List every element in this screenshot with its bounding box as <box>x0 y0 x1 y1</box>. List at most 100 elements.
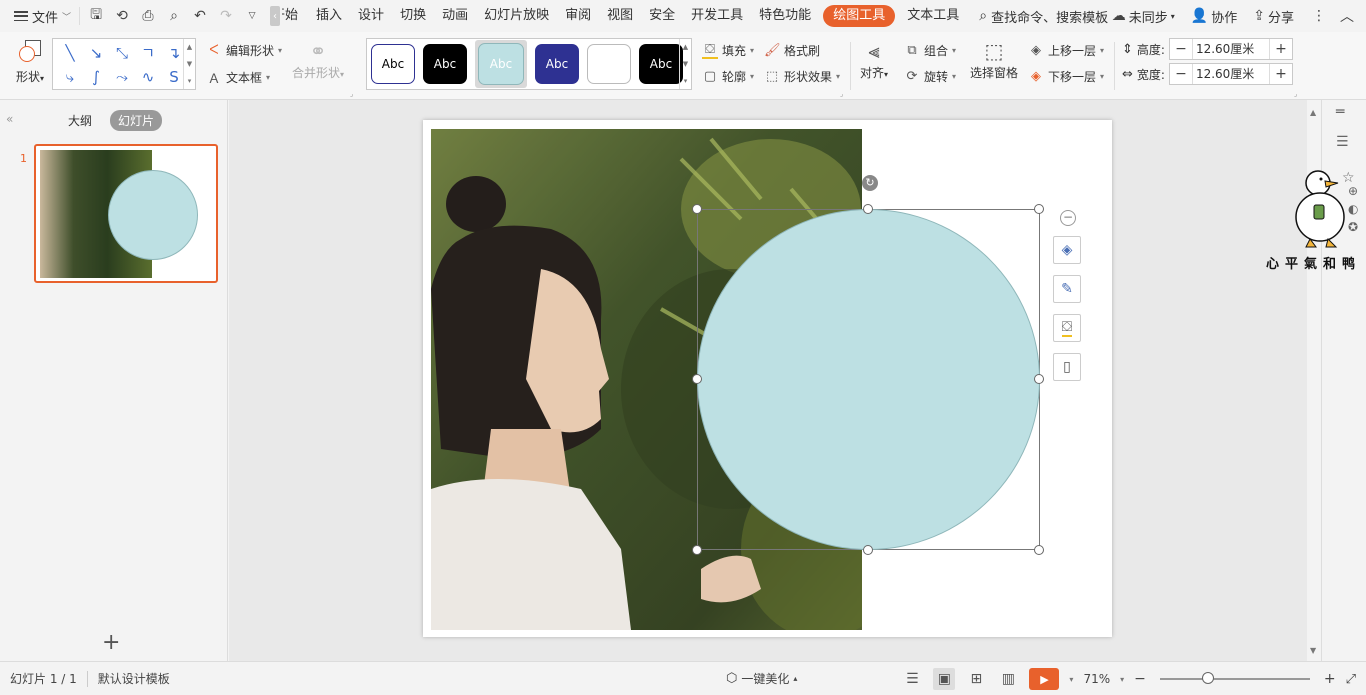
height-input[interactable]: − 12.60厘米 + <box>1168 38 1293 60</box>
group-button[interactable]: ⧉ 组合 ▾ <box>904 42 956 59</box>
resize-handle-left[interactable] <box>692 374 702 384</box>
shape-button[interactable]: 形状▾ <box>10 38 50 94</box>
height-value[interactable]: 12.60厘米 <box>1191 39 1270 59</box>
normal-view-icon[interactable]: ▣ <box>933 668 956 690</box>
save-icon[interactable]: 🖫 <box>88 4 104 28</box>
resize-handle-top[interactable] <box>863 204 873 214</box>
undo-icon[interactable]: ↶ <box>192 8 208 24</box>
collapse-toolbar-icon[interactable]: − <box>1060 210 1076 226</box>
width-increase-button[interactable]: + <box>1270 64 1292 84</box>
style-sample[interactable] <box>587 44 631 84</box>
collapse-panel-icon[interactable]: « <box>6 112 13 126</box>
notes-toggle-icon[interactable]: ☰ <box>901 668 923 690</box>
settings-sliders-icon[interactable]: ☰ <box>1336 134 1349 150</box>
rotate-handle-icon[interactable]: ↻ <box>862 175 878 191</box>
format-brush-button[interactable]: 🖌 格式刷 <box>764 42 820 59</box>
arrow-line-icon[interactable]: ↘ <box>85 42 107 64</box>
panel-menu-icon[interactable]: ═ <box>1336 104 1344 120</box>
rotate-button[interactable]: ⟳ 旋转 ▾ <box>904 68 956 85</box>
shape-style-gallery[interactable]: Abc Abc Abc Abc Abc ▲ ▼ ▾ <box>366 38 692 90</box>
outline-style-button[interactable]: ▯ <box>1053 353 1081 381</box>
zoom-in-icon[interactable]: + <box>1324 671 1336 687</box>
slide-sorter-view-icon[interactable]: ⊞ <box>965 668 987 690</box>
layers-button[interactable]: ◈ <box>1053 236 1081 264</box>
curved-double-arrow-icon[interactable]: ∿ <box>137 66 159 88</box>
elbow-connector-icon[interactable]: ㄱ <box>137 42 159 64</box>
style-sample[interactable]: Abc <box>639 44 683 84</box>
tab-drawing-tools[interactable]: 绘图工具 <box>823 5 896 27</box>
play-options-icon[interactable]: ▾ <box>1069 675 1073 684</box>
cloud-save-icon[interactable]: ⟲ <box>114 8 130 24</box>
height-decrease-button[interactable]: − <box>1170 39 1192 59</box>
double-arrow-line-icon[interactable]: ⤡ <box>111 42 133 64</box>
reading-view-icon[interactable]: ▥ <box>997 668 1019 690</box>
zoom-options-icon[interactable]: ▾ <box>1120 675 1124 684</box>
add-slide-button[interactable]: + <box>102 630 120 655</box>
merge-shape-button[interactable]: ⚭ 合并形状▾ <box>292 38 344 81</box>
tab-insert[interactable]: 插入 <box>308 0 350 32</box>
tab-animation[interactable]: 动画 <box>434 0 476 32</box>
circle-shape[interactable] <box>697 209 1040 550</box>
tab-review[interactable]: 审阅 <box>557 0 599 32</box>
width-input[interactable]: − 12.60厘米 + <box>1168 63 1293 85</box>
shape-effect-button[interactable]: ⬚ 形状效果 ▾ <box>764 68 840 85</box>
zoom-out-icon[interactable]: − <box>1134 671 1146 687</box>
zoom-slider-handle[interactable] <box>1201 672 1214 684</box>
tab-transition[interactable]: 切换 <box>392 0 434 32</box>
style-sample[interactable]: Abc <box>535 44 579 84</box>
send-backward-button[interactable]: ◈ 下移一层 ▾ <box>1028 68 1104 85</box>
play-slideshow-button[interactable]: ▶ <box>1029 668 1060 690</box>
curve-icon[interactable]: S <box>163 66 185 88</box>
zoom-level[interactable]: 71% <box>1083 672 1110 686</box>
resize-handle-right[interactable] <box>1034 374 1044 384</box>
sync-button[interactable]: ☁ 未同步 ▾ <box>1104 7 1183 26</box>
outline-button[interactable]: ▢ 轮廓 ▾ <box>702 68 754 85</box>
collapse-ribbon-button[interactable]: ︿ <box>1336 6 1366 26</box>
height-increase-button[interactable]: + <box>1270 39 1292 59</box>
style-sample-selected[interactable]: Abc <box>475 40 527 88</box>
elbow-double-arrow-icon[interactable]: ⤷ <box>59 66 81 88</box>
resize-handle-bottom[interactable] <box>863 545 873 555</box>
collaborate-button[interactable]: 👤 协作 <box>1183 7 1245 26</box>
style-sample[interactable]: Abc <box>423 44 467 84</box>
design-template-label[interactable]: 默认设计模板 <box>88 670 180 687</box>
customize-toolbar-icon[interactable]: ▽ <box>244 11 260 21</box>
tab-slideshow[interactable]: 幻灯片放映 <box>476 0 557 32</box>
edit-shape-button[interactable]: ᐸ 编辑形状 ▾ <box>206 42 282 59</box>
tab-outline[interactable]: 大纲 <box>60 110 100 131</box>
gallery-scrollbar[interactable]: ▲ ▼ ▾ <box>183 39 195 89</box>
command-search[interactable]: ⌕ 查找命令、搜索模板 <box>967 7 1120 26</box>
tab-slides[interactable]: 幻灯片 <box>110 110 163 131</box>
beautify-button[interactable]: ⬡ 一键美化 ▴ <box>726 670 797 687</box>
style-gallery-scrollbar[interactable]: ▲ ▼ ▾ <box>679 39 691 89</box>
elbow-arrow-connector-icon[interactable]: ↴ <box>163 42 185 64</box>
scroll-down-icon[interactable]: ▼ <box>1310 646 1316 655</box>
fit-window-icon[interactable]: ⤢ <box>1346 672 1356 687</box>
tab-view[interactable]: 视图 <box>599 0 641 32</box>
zoom-slider[interactable] <box>1159 672 1310 684</box>
tab-home[interactable]: 开始 <box>282 0 308 32</box>
width-value[interactable]: 12.60厘米 <box>1191 64 1270 84</box>
bring-forward-button[interactable]: ◈ 上移一层 ▾ <box>1028 42 1104 59</box>
select-pane-button[interactable]: ⬚ 选择窗格 <box>970 38 1018 81</box>
redo-icon[interactable]: ↷ <box>218 8 234 24</box>
curved-connector-icon[interactable]: ∫ <box>85 66 107 88</box>
resize-handle-top-left[interactable] <box>692 204 702 214</box>
print-preview-icon[interactable]: ⌕ <box>166 8 182 24</box>
fill-color-button[interactable]: ⛋ <box>1053 314 1081 342</box>
resize-handle-bottom-left[interactable] <box>692 545 702 555</box>
style-sample[interactable]: Abc <box>371 44 415 84</box>
slide[interactable]: ↻ <box>423 120 1112 637</box>
print-icon[interactable]: ⎙ <box>140 8 156 24</box>
fill-button[interactable]: ⛋ 填充 ▾ <box>702 42 754 59</box>
line-icon[interactable]: ╲ <box>59 42 81 64</box>
curved-arrow-connector-icon[interactable]: ⤳ <box>111 66 133 88</box>
width-decrease-button[interactable]: − <box>1170 64 1192 84</box>
tab-text-tools[interactable]: 文本工具 <box>899 0 967 32</box>
align-button[interactable]: ⫷ 对齐▾ <box>860 38 888 81</box>
tabs-scroll-left-button[interactable]: ‹ <box>270 6 281 26</box>
slide-thumbnail[interactable] <box>34 144 218 283</box>
more-options-button[interactable]: ⋮ <box>1302 8 1336 24</box>
share-button[interactable]: ⇪ 分享 <box>1245 7 1302 26</box>
pen-button[interactable]: ✎ <box>1053 275 1081 303</box>
